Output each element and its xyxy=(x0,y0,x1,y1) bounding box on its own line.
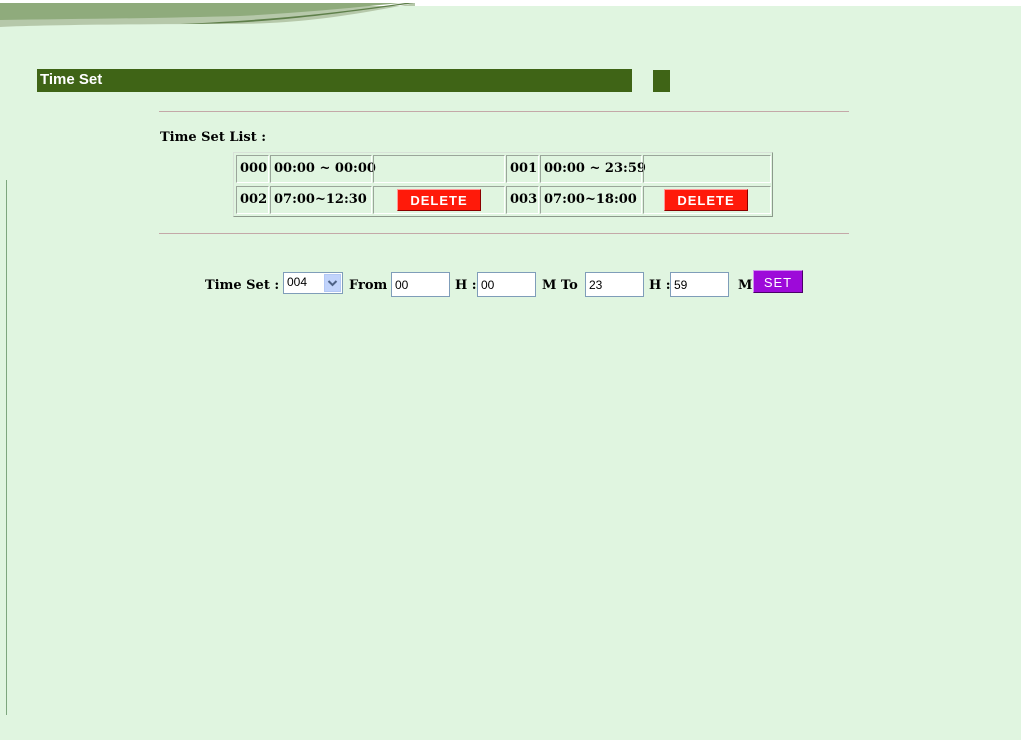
to-minute-input[interactable] xyxy=(670,272,729,297)
title-bar-square-ornament xyxy=(653,70,670,92)
time-set-index-cell: 002 xyxy=(236,186,269,214)
page-title: Time Set xyxy=(40,71,103,88)
divider-bottom xyxy=(159,233,849,234)
delete-button[interactable]: DELETE xyxy=(664,189,748,211)
time-set-action-cell xyxy=(643,155,771,183)
set-button[interactable]: SET xyxy=(753,270,803,293)
to-hour-input[interactable] xyxy=(585,272,644,297)
from-hour-input[interactable] xyxy=(391,272,450,297)
time-set-action-cell: DELETE xyxy=(373,186,505,214)
time-set-action-cell: DELETE xyxy=(643,186,771,214)
chevron-down-icon[interactable] xyxy=(324,274,341,292)
time-set-range-cell: 00:00 ~ 23:59 xyxy=(540,155,646,183)
time-set-range-cell: 07:00~18:00 xyxy=(540,186,642,214)
time-set-index-cell: 001 xyxy=(506,155,539,183)
delete-button[interactable]: DELETE xyxy=(397,189,481,211)
time-set-select-value: 004 xyxy=(287,275,308,289)
time-set-action-cell xyxy=(373,155,505,183)
time-set-list-table: 000 00:00 ~ 00:00 001 00:00 ~ 23:59 002 … xyxy=(233,152,773,217)
time-set-list-label: Time Set List : xyxy=(160,130,267,145)
time-set-index-cell: 003 xyxy=(506,186,539,214)
time-set-index-cell: 000 xyxy=(236,155,269,183)
divider-top xyxy=(159,111,849,112)
hour-label: H : xyxy=(455,278,477,293)
minute-to-label: M To xyxy=(542,278,578,293)
page-background: Time Set Time Set List : 000 00:00 ~ 00:… xyxy=(0,0,1021,740)
time-set-label: Time Set : xyxy=(205,278,280,293)
title-bar: Time Set xyxy=(37,69,632,92)
from-label: From xyxy=(349,278,388,293)
hour-label: H : xyxy=(649,278,671,293)
header-swoosh-graphic xyxy=(0,0,1021,27)
time-set-range-cell: 00:00 ~ 00:00 xyxy=(270,155,376,183)
left-border-line xyxy=(6,180,7,715)
time-set-range-cell: 07:00~12:30 xyxy=(270,186,372,214)
from-minute-input[interactable] xyxy=(477,272,536,297)
time-set-select[interactable]: 004 xyxy=(283,272,343,294)
minute-label: M xyxy=(738,278,753,293)
